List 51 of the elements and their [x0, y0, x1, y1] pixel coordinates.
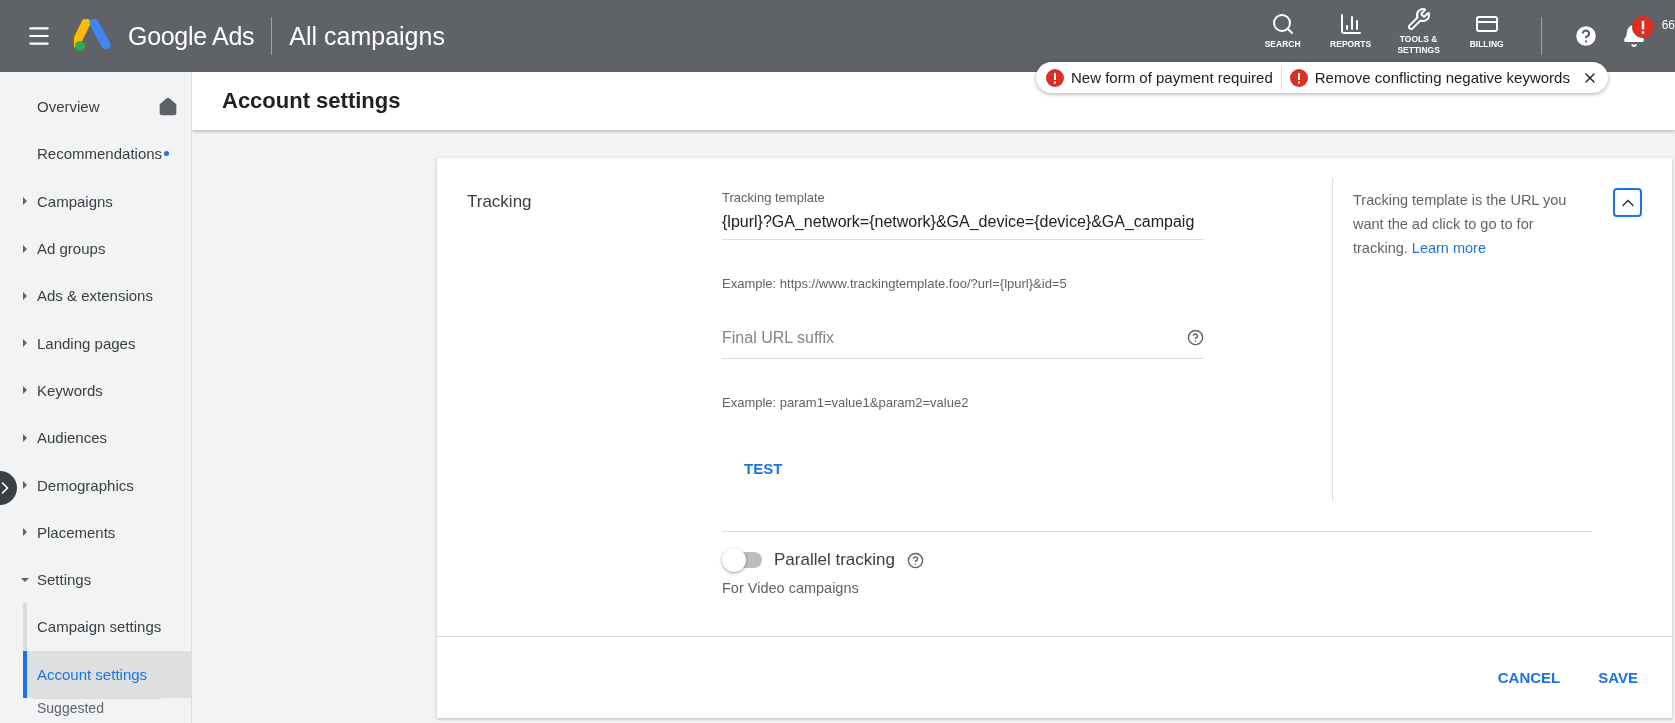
help-text: Tracking template is the URL you want the ad click to go to for tracking. Learn more	[1353, 191, 1568, 258]
nav-item[interactable]: Recommendations	[18, 130, 191, 178]
nav-item[interactable]: Audiences	[18, 414, 191, 462]
toggle-label: Parallel tracking	[774, 550, 895, 570]
nav-item[interactable]: Overview	[18, 83, 191, 131]
section-heading: Suggested	[36, 698, 105, 716]
alert-text[interactable]: Remove conflicting negative keywords	[1314, 69, 1570, 86]
cancel-button[interactable]: CANCEL	[1483, 661, 1575, 694]
nav-item[interactable]: Landing pages	[18, 319, 191, 367]
toolbar-button[interactable]: REPORTS	[1316, 2, 1385, 60]
nav-item[interactable]: Ad groups	[18, 224, 191, 273]
caret-icon	[21, 339, 29, 348]
caret-icon	[21, 575, 29, 584]
field-hint: Example: https://www.trackingtemplate.foo/?url={lpurl}&id=5	[722, 276, 1068, 291]
help-icon[interactable]	[1187, 329, 1204, 346]
save-button[interactable]: SAVE	[1584, 661, 1652, 694]
wrench-icon	[1406, 6, 1431, 31]
section-title: Tracking	[466, 191, 533, 213]
collapse-button[interactable]	[1613, 188, 1642, 217]
bar-chart-icon	[1338, 12, 1363, 37]
alert-icon	[1046, 68, 1064, 87]
field-label: Tracking template	[722, 190, 826, 205]
test-button[interactable]: TEST	[722, 452, 805, 485]
caret-icon	[21, 197, 29, 206]
toggle-note: For Video campaigns	[722, 580, 860, 596]
nav-item[interactable]: Ads & extensions	[18, 272, 191, 320]
help-icon[interactable]	[906, 551, 924, 569]
caret-icon	[21, 433, 29, 442]
alert-icon	[1289, 68, 1308, 87]
nav-item[interactable]: Placements	[18, 508, 191, 556]
account-text: 66	[1661, 18, 1675, 32]
nav-item[interactable]: Settings	[18, 555, 191, 604]
text-field[interactable]: {lpurl}?GA_network={network}&GA_device={device}&GA_campaig	[722, 205, 1204, 239]
caret-icon	[21, 386, 29, 395]
toolbar-button[interactable]: TOOLS & SETTINGS	[1384, 2, 1453, 60]
caret-icon	[21, 291, 29, 300]
field-hint: Example: param1=value1&param2=value2	[722, 395, 970, 410]
learn-more-link[interactable]: Learn more	[1411, 240, 1486, 256]
nav-item[interactable]: Demographics	[18, 461, 191, 509]
page-title: All campaigns	[289, 21, 445, 51]
alert-text[interactable]: New form of payment required	[1071, 69, 1273, 86]
caret-icon	[21, 481, 29, 489]
toolbar-button[interactable]: BILLING	[1452, 2, 1521, 60]
nav-item[interactable]: Keywords	[18, 366, 191, 415]
search-icon	[1270, 12, 1295, 37]
caret-icon	[21, 244, 29, 253]
nav-item[interactable]: Campaigns	[18, 177, 191, 225]
text-field[interactable]: Final URL suffix	[722, 317, 1187, 358]
brand-name: Google Ads	[128, 21, 255, 51]
toolbar-button[interactable]: SEARCH	[1248, 2, 1317, 60]
caret-icon	[21, 528, 29, 537]
